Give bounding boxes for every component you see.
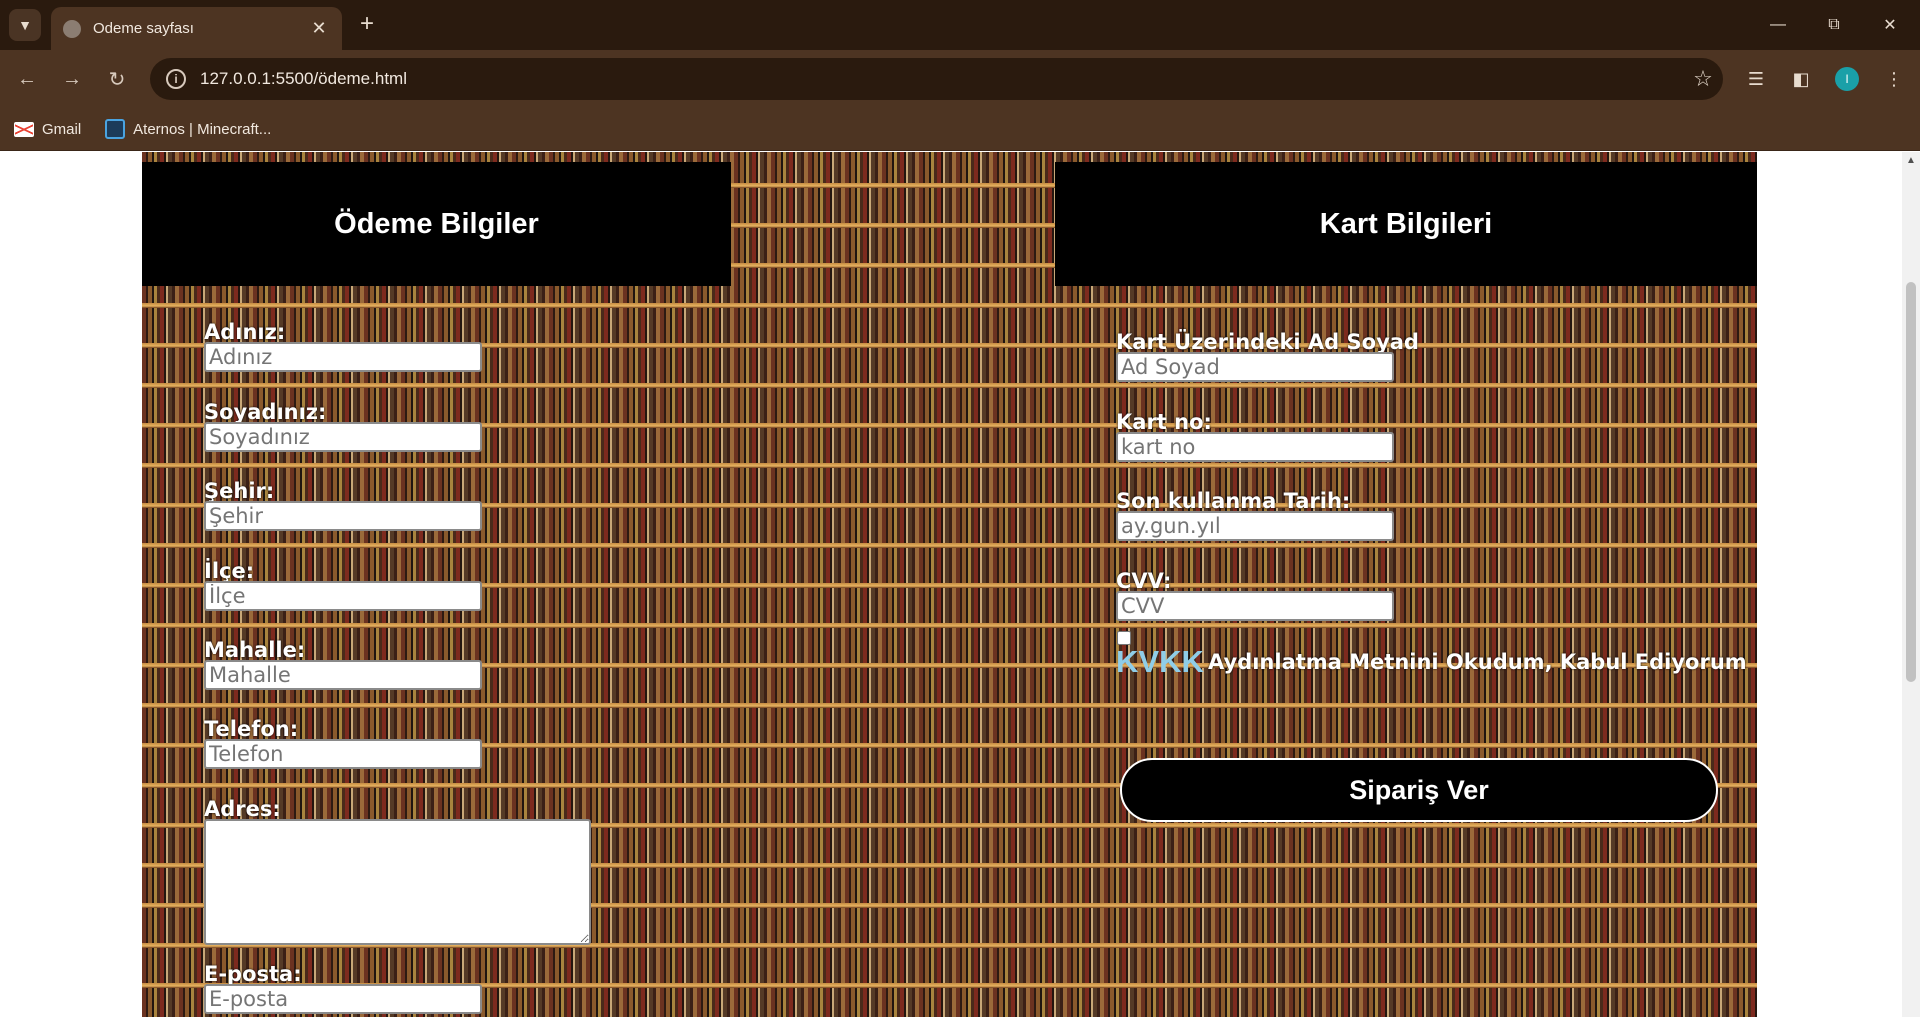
media-controls-icon[interactable]: ☰ — [1740, 63, 1772, 95]
address-textarea[interactable] — [204, 819, 591, 945]
profile-avatar[interactable]: I — [1835, 67, 1859, 91]
minimize-window-button[interactable]: — — [1750, 0, 1806, 50]
restore-window-button[interactable]: ⧉ — [1806, 0, 1862, 50]
expiry-date-label: Son kullanma Tarih: — [1116, 489, 1351, 513]
bookmark-label: Aternos | Minecraft... — [133, 120, 272, 138]
tab-title: Odeme sayfası — [93, 20, 194, 37]
district-input[interactable] — [204, 581, 482, 611]
forward-button[interactable]: → — [56, 63, 88, 95]
side-panel-icon[interactable]: ◧ — [1785, 63, 1817, 95]
tab-active[interactable]: Odeme sayfası ✕ — [51, 7, 342, 50]
neighborhood-input[interactable] — [204, 660, 482, 690]
reload-button[interactable]: ↻ — [101, 63, 133, 95]
bookmark-label: Gmail — [42, 120, 82, 138]
page-viewport: Ödeme Bilgiler Kart Bilgileri Adınız: So… — [0, 152, 1920, 1017]
close-window-button[interactable]: ✕ — [1862, 0, 1918, 50]
address-label: Adres: — [204, 797, 281, 821]
tab-search-button[interactable]: ▼ — [9, 9, 41, 41]
scroll-up-icon[interactable]: ▲ — [1902, 152, 1920, 170]
first-name-input[interactable] — [204, 342, 482, 372]
payment-info-title: Ödeme Bilgiler — [334, 207, 539, 240]
card-number-input[interactable] — [1116, 432, 1394, 462]
site-info-icon[interactable]: i — [166, 69, 186, 89]
neighborhood-label: Mahalle: — [204, 638, 306, 662]
place-order-label: Sipariş Ver — [1349, 774, 1489, 805]
last-name-input[interactable] — [204, 422, 482, 452]
email-input[interactable] — [204, 984, 482, 1014]
globe-icon — [63, 19, 81, 38]
scrollbar-thumb[interactable] — [1906, 282, 1916, 682]
tab-strip: ▼ Odeme sayfası ✕ + — ⧉ ✕ — [0, 0, 1920, 50]
gmail-icon — [14, 121, 34, 137]
reload-icon: ↻ — [108, 68, 126, 91]
bookmark-star-icon[interactable]: ☆ — [1683, 66, 1723, 92]
phone-input[interactable] — [204, 739, 482, 769]
bookmarks-bar: Gmail Aternos | Minecraft... — [0, 108, 1920, 151]
kvkk-link[interactable]: KVKK — [1116, 644, 1204, 680]
browser-toolbar: ← → ↻ i 127.0.0.1:5500/ödeme.html ☆ ☰ ◧ … — [0, 50, 1920, 108]
email-label: E-posta: — [204, 962, 302, 986]
district-label: İlçe: — [204, 559, 255, 583]
new-tab-button[interactable]: + — [352, 10, 382, 40]
menu-dots-icon[interactable]: ⋮ — [1878, 63, 1910, 95]
arrow-right-icon: → — [62, 67, 82, 90]
card-info-title: Kart Bilgileri — [1319, 207, 1493, 240]
back-button[interactable]: ← — [11, 63, 43, 95]
card-info-header: Kart Bilgileri — [1055, 162, 1757, 286]
payment-info-header: Ödeme Bilgiler — [142, 162, 731, 286]
aternos-icon — [105, 119, 126, 139]
close-tab-icon[interactable]: ✕ — [308, 18, 330, 39]
kvkk-consent-text: Aydınlatma Metnini Okudum, Kabul Ediyoru… — [1208, 650, 1747, 674]
cvv-input[interactable] — [1116, 591, 1394, 621]
place-order-button[interactable]: Sipariş Ver — [1120, 758, 1718, 822]
cardholder-name-label: Kart Üzerindeki Ad Soyad — [1116, 330, 1419, 354]
expiry-date-input[interactable] — [1116, 511, 1394, 541]
bookmark-gmail[interactable]: Gmail — [14, 121, 81, 138]
cardholder-name-input[interactable] — [1116, 352, 1394, 382]
city-label: Şehir: — [204, 479, 275, 503]
kvkk-checkbox[interactable] — [1117, 631, 1131, 645]
first-name-label: Adınız: — [204, 320, 286, 344]
bookmark-aternos[interactable]: Aternos | Minecraft... — [105, 119, 271, 139]
arrow-left-icon: ← — [17, 67, 37, 90]
address-bar[interactable]: i 127.0.0.1:5500/ödeme.html ☆ — [150, 58, 1723, 100]
phone-label: Telefon: — [204, 717, 299, 741]
chevron-down-icon: ▼ — [18, 17, 32, 33]
card-number-label: Kart no: — [1116, 410, 1212, 434]
cvv-label: CVV: — [1116, 569, 1172, 593]
last-name-label: Soyadınız: — [204, 400, 327, 424]
city-input[interactable] — [204, 501, 482, 531]
url-text: 127.0.0.1:5500/ödeme.html — [200, 69, 407, 88]
page-scrollbar[interactable]: ▲ — [1902, 152, 1920, 1017]
